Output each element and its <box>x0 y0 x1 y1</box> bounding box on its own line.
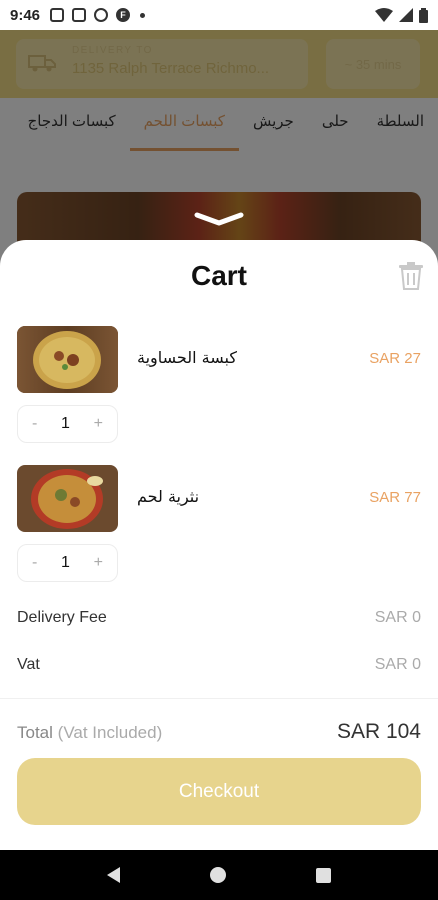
item-image <box>17 326 118 393</box>
photo-icon <box>72 8 87 22</box>
cart-title: Cart <box>190 260 247 291</box>
vat-row: Vat SAR 0 <box>17 656 421 674</box>
trash-icon[interactable] <box>398 262 424 290</box>
status-bar: 9:46 F <box>0 0 438 30</box>
cart-item: نثرية لحم SAR 77 - 1 + <box>17 465 421 585</box>
vat-value: SAR 0 <box>374 656 421 673</box>
quantity-value: 1 <box>61 415 70 432</box>
item-image <box>17 465 118 532</box>
increment-button[interactable]: + <box>94 554 103 572</box>
total-sublabel: (Vat Included) <box>57 723 163 742</box>
decrement-button[interactable]: - <box>32 554 37 572</box>
delivery-fee-label: Delivery Fee <box>17 609 107 626</box>
status-time: 9:46 <box>10 6 41 24</box>
wifi-icon <box>375 8 393 22</box>
decrement-button[interactable]: - <box>32 415 37 433</box>
item-price: SAR 77 <box>369 489 421 506</box>
increment-button[interactable]: + <box>94 415 103 433</box>
sim-icon <box>50 8 65 22</box>
total-value: SAR 104 <box>336 720 421 743</box>
back-icon[interactable] <box>107 867 120 883</box>
total-row: Total (Vat Included) SAR 104 <box>17 720 421 744</box>
quantity-stepper: - 1 + <box>17 544 118 582</box>
f-app-icon: F <box>116 8 131 22</box>
total-label-text: Total <box>17 723 53 742</box>
vat-label: Vat <box>17 656 40 673</box>
notification-dot-icon <box>140 12 146 18</box>
home-icon[interactable] <box>210 867 226 883</box>
battery-icon <box>419 7 428 23</box>
item-name: كبسة الحساوية <box>137 348 237 367</box>
recents-icon[interactable] <box>316 867 331 883</box>
checkout-button[interactable]: Checkout <box>17 758 421 825</box>
sheet-grab-handle[interactable] <box>194 212 244 226</box>
delivery-fee-value: SAR 0 <box>374 609 421 626</box>
item-name: نثرية لحم <box>137 487 200 506</box>
signal-icon <box>399 8 413 22</box>
delivery-fee-row: Delivery Fee SAR 0 <box>17 609 421 627</box>
system-nav-bar <box>0 850 438 900</box>
total-label: Total (Vat Included) <box>17 723 162 743</box>
quantity-stepper: - 1 + <box>17 405 118 443</box>
item-price: SAR 27 <box>369 350 421 367</box>
divider <box>0 698 438 699</box>
navigation-icon <box>94 8 109 22</box>
quantity-value: 1 <box>61 554 70 571</box>
cart-item: كبسة الحساوية SAR 27 - 1 + <box>17 326 421 446</box>
cart-sheet: Cart كبسة الحساوية SAR 27 - 1 + نثرية لح… <box>0 240 438 850</box>
